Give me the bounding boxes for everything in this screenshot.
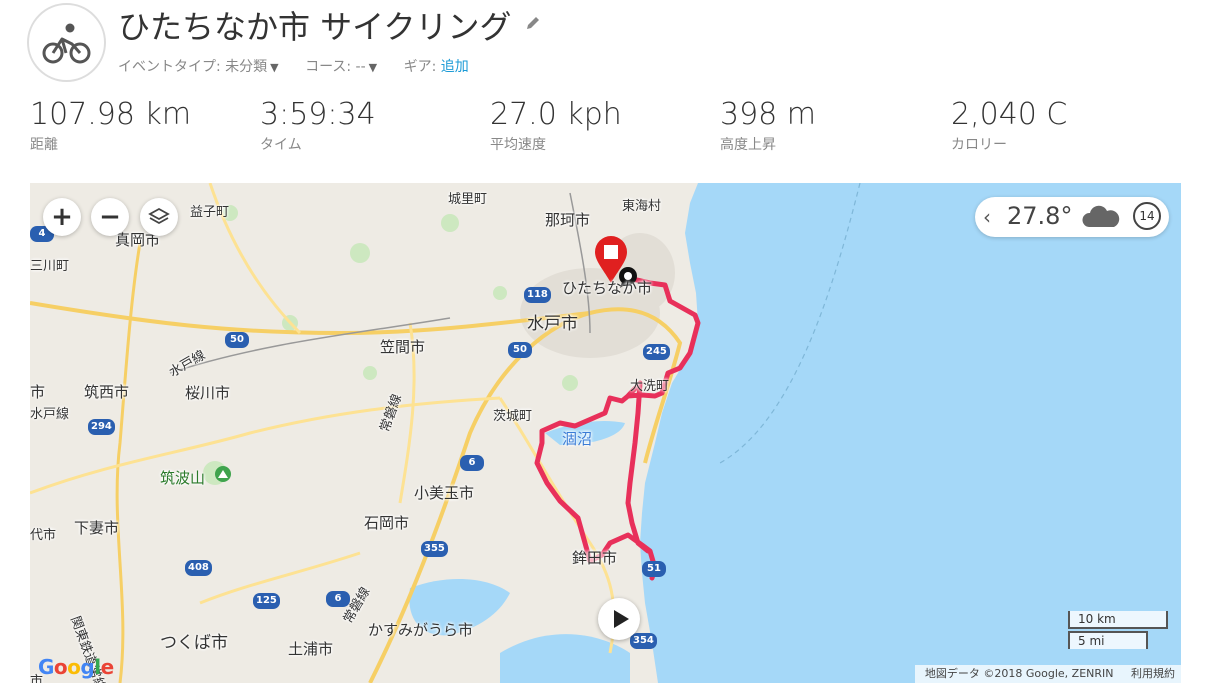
route-shield: 51 <box>642 561 666 577</box>
route-shield: 408 <box>185 560 212 576</box>
play-button[interactable] <box>598 598 640 640</box>
map-label: 東海村 <box>622 199 662 214</box>
layers-button[interactable] <box>140 198 178 236</box>
map-label: 涸沼 <box>562 430 593 448</box>
stats-bar: 107.98 km 距離 3:59:34 タイム 27.0 kph 平均速度 3… <box>0 97 1211 157</box>
route-shield: 125 <box>253 593 280 609</box>
event-type-label: イベントタイプ: 未分類 <box>118 59 268 75</box>
map-label: 水戸線 <box>30 407 70 422</box>
route-shield: 6 <box>460 455 484 471</box>
cloud-icon <box>1082 205 1120 227</box>
activity-header: ひたちなか市 サイクリング イベントタイプ: 未分類 ▼ コース: -- ▼ ギア:… <box>0 0 1211 90</box>
stat-value: 107.98 km <box>30 97 192 132</box>
route-map[interactable]: 城里町 那珂市 東海村 益子町 真岡市 三川町 ひたちなか市 水戸市 笠間市 筑… <box>30 183 1181 683</box>
map-label: 益子町 <box>190 205 230 220</box>
stat-label: タイム <box>260 137 302 153</box>
cycling-icon <box>27 3 106 82</box>
add-gear-link[interactable]: 追加 <box>441 59 469 75</box>
map-label: 那珂市 <box>545 211 591 229</box>
map-label: 市 <box>30 383 46 401</box>
map-label: 下妻市 <box>74 519 120 537</box>
stat-label: 距離 <box>30 137 58 153</box>
zoom-out-button[interactable]: − <box>91 198 129 236</box>
park-area <box>562 375 578 391</box>
stat-value: 3:59:34 <box>260 97 376 132</box>
stat-elevation-gain: 398 m 高度上昇 <box>720 97 940 154</box>
stat-time: 3:59:34 タイム <box>260 97 480 154</box>
sea-area <box>640 183 1181 683</box>
stat-value: 2,040 C <box>951 97 1068 132</box>
route-shield: 354 <box>630 633 657 649</box>
stat-avg-speed: 27.0 kph 平均速度 <box>490 97 710 154</box>
gear-field: ギア: 追加 <box>404 59 469 75</box>
map-label: 筑波山 <box>160 469 206 487</box>
layers-icon <box>148 207 170 225</box>
map-label: 三川町 <box>30 259 70 274</box>
scale-mi: 5 mi <box>1068 631 1148 649</box>
route-shield: 355 <box>421 541 448 557</box>
map-label: 水戸市 <box>527 314 578 334</box>
map-label: 石岡市 <box>364 514 410 532</box>
park-area <box>441 214 459 232</box>
chevron-left-icon[interactable]: ‹ <box>983 205 991 229</box>
stat-calories: 2,040 C カロリー <box>951 97 1171 154</box>
map-label: 茨城町 <box>493 409 533 424</box>
course-dropdown[interactable]: コース: -- ▼ <box>305 59 377 75</box>
map-label: 大洗町 <box>630 379 670 394</box>
play-icon <box>614 610 629 628</box>
scale-km: 10 km <box>1068 611 1168 629</box>
map-label: 代市 <box>30 528 57 543</box>
map-attribution: 地図データ ©2018 Google, ZENRIN 利用規約 <box>914 665 1181 683</box>
activity-title: ひたちなか市 サイクリング <box>118 8 512 46</box>
map-label: つくば市 <box>160 633 228 653</box>
map-scale: 10 km 5 mi <box>1068 611 1168 651</box>
wind-speed-icon: 14 <box>1133 202 1161 230</box>
route-shield: 118 <box>524 287 551 303</box>
map-label: 小美玉市 <box>414 484 475 502</box>
attribution-text: 地図データ ©2018 Google, ZENRIN <box>924 667 1114 680</box>
mountain-icon <box>215 466 231 482</box>
stat-label: カロリー <box>951 137 1007 153</box>
zoom-in-button[interactable]: + <box>43 198 81 236</box>
route-shield: 294 <box>88 419 115 435</box>
park-area <box>350 243 370 263</box>
event-type-dropdown[interactable]: イベントタイプ: 未分類 ▼ <box>118 59 279 75</box>
google-logo: Google <box>38 655 114 679</box>
map-label: ひたちなか市 <box>562 279 653 297</box>
route-shield: 245 <box>643 344 670 360</box>
map-label: 鉾田市 <box>572 549 618 567</box>
activity-meta: イベントタイプ: 未分類 ▼ コース: -- ▼ ギア: 追加 <box>118 56 491 76</box>
weather-widget[interactable]: ‹ 27.8° 14 <box>975 197 1169 237</box>
map-label: 笠間市 <box>380 338 426 356</box>
stat-distance: 107.98 km 距離 <box>30 97 250 154</box>
route-shield: 50 <box>225 332 249 348</box>
temperature: 27.8° <box>1007 202 1073 230</box>
stat-value: 398 m <box>720 97 817 132</box>
course-label: コース: -- <box>305 59 366 75</box>
highway <box>30 396 501 495</box>
pencil-icon[interactable] <box>524 14 542 32</box>
stat-label: 平均速度 <box>490 137 546 153</box>
chevron-down-icon: ▼ <box>368 61 378 74</box>
terms-link[interactable]: 利用規約 <box>1131 667 1175 680</box>
map-label: かすみがうら市 <box>368 621 474 639</box>
park-area <box>363 366 377 380</box>
map-label: 城里町 <box>448 192 488 207</box>
highway <box>30 301 591 336</box>
stat-value: 27.0 kph <box>490 97 622 132</box>
chevron-down-icon: ▼ <box>270 61 279 74</box>
route-shield: 6 <box>326 591 350 607</box>
map-label: 筑西市 <box>84 383 130 401</box>
park-area <box>493 286 507 300</box>
map-label: 土浦市 <box>288 640 334 658</box>
gear-label: ギア: <box>403 59 437 75</box>
stat-label: 高度上昇 <box>720 137 776 153</box>
route-shield: 50 <box>508 342 532 358</box>
map-label: 桜川市 <box>185 384 231 402</box>
